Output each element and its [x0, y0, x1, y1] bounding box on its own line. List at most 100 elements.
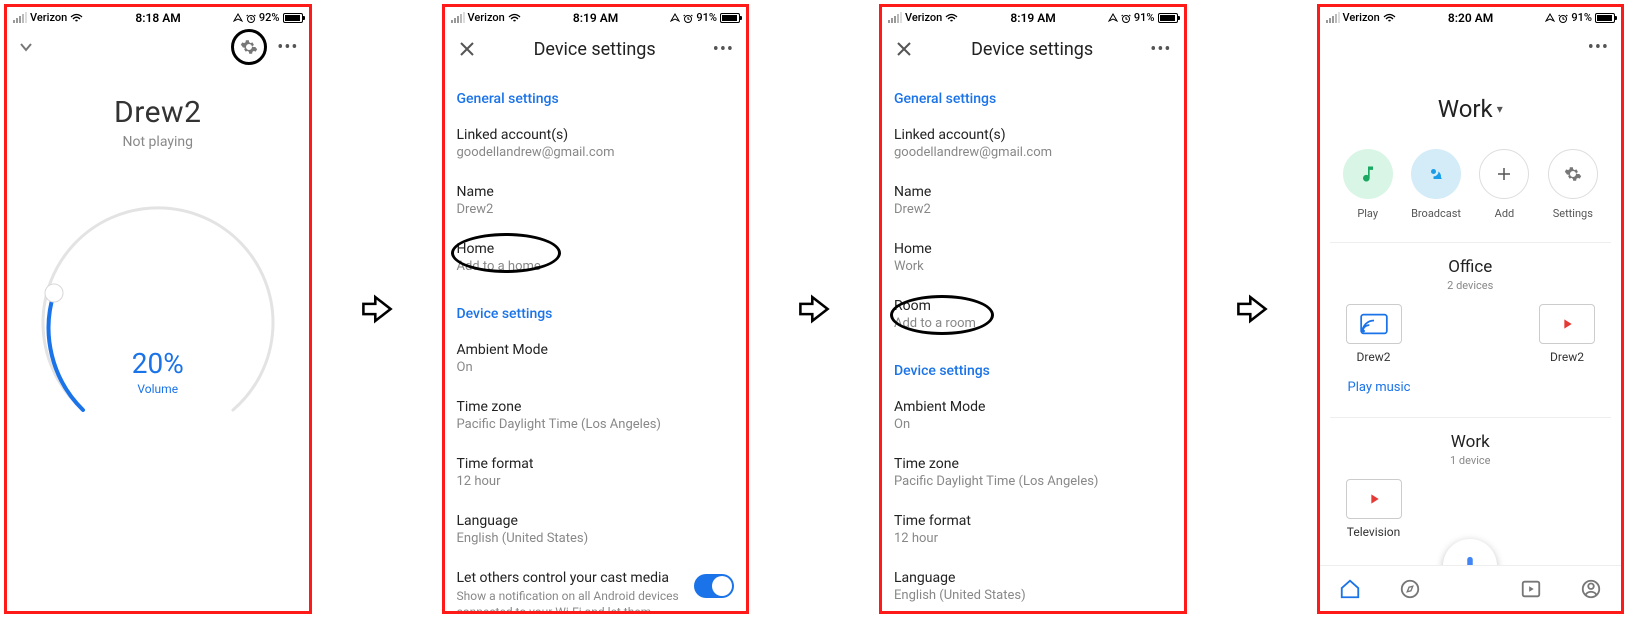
- row-name[interactable]: Name Drew2: [457, 172, 735, 229]
- status-bar: Verizon 8:19 AM 91%: [445, 7, 747, 27]
- row-linked-accounts[interactable]: Linked account(s) goodellandrew@gmail.co…: [457, 115, 735, 172]
- more-icon[interactable]: •••: [713, 39, 734, 60]
- nav-account[interactable]: [1578, 576, 1604, 602]
- device-speaker[interactable]: Drew2: [1539, 304, 1595, 364]
- signal-icon: [451, 12, 465, 23]
- row-home[interactable]: Home Work: [894, 229, 1172, 286]
- status-bar: Verizon 8:19 AM 91%: [882, 7, 1184, 27]
- home-title: Work: [1438, 95, 1493, 123]
- row-language[interactable]: Language English (United States): [457, 501, 735, 558]
- screen-device-control: Verizon 8:18 AM 92% ••• Drew2 Not playin…: [4, 4, 312, 614]
- more-icon[interactable]: •••: [1150, 39, 1171, 60]
- group-office: Office 2 devices Drew2 Drew2 Play music: [1330, 242, 1612, 395]
- plus-icon: [1479, 149, 1529, 199]
- signal-icon: [13, 12, 27, 23]
- carrier-label: Verizon: [905, 11, 942, 24]
- page-title: Device settings: [477, 39, 713, 60]
- screen-home: Verizon 8:20 AM 91% ••• Work ▾ Play Broa…: [1317, 4, 1625, 614]
- volume-label: Volume: [28, 382, 288, 396]
- row-timezone[interactable]: Time zone Pacific Daylight Time (Los Ang…: [894, 444, 1172, 501]
- screen-device-settings-2: Verizon 8:19 AM 91% Device settings ••• …: [879, 4, 1187, 614]
- row-timeformat[interactable]: Time format 12 hour: [894, 501, 1172, 558]
- row-language[interactable]: Language English (United States): [894, 558, 1172, 611]
- more-icon[interactable]: •••: [277, 37, 298, 58]
- nav-media[interactable]: [1518, 576, 1544, 602]
- row-timezone[interactable]: Time zone Pacific Daylight Time (Los Ang…: [457, 387, 735, 444]
- battery-pct: 91%: [1571, 11, 1592, 24]
- section-general: General settings: [457, 91, 735, 107]
- clock: 8:19 AM: [958, 11, 1108, 25]
- status-bar: Verizon 8:18 AM 92%: [7, 7, 309, 27]
- battery-icon: [1595, 13, 1615, 23]
- battery-icon: [283, 13, 303, 23]
- battery-pct: 92%: [259, 11, 280, 24]
- caret-down-icon: ▾: [1497, 102, 1503, 116]
- signal-icon: [1326, 12, 1340, 23]
- action-broadcast[interactable]: Broadcast: [1411, 149, 1461, 220]
- close-icon[interactable]: [457, 39, 477, 59]
- play-icon: [1346, 479, 1402, 519]
- link-play-music[interactable]: Play music: [1348, 380, 1612, 395]
- cast-icon: [1346, 304, 1402, 344]
- section-device: Device settings: [894, 363, 1172, 379]
- alarm-icon: [1121, 13, 1131, 23]
- action-play[interactable]: Play: [1343, 149, 1393, 220]
- battery-pct: 91%: [696, 11, 717, 24]
- status-bar: Verizon 8:20 AM 91%: [1320, 7, 1622, 27]
- home-selector[interactable]: Work ▾: [1320, 95, 1622, 123]
- arrow-icon: [797, 4, 831, 614]
- battery-pct: 91%: [1134, 11, 1155, 24]
- action-settings[interactable]: Settings: [1548, 149, 1598, 220]
- chevron-down-icon[interactable]: [17, 38, 35, 56]
- toggle-switch[interactable]: [694, 574, 734, 598]
- clock: 8:18 AM: [83, 11, 233, 25]
- location-icon: [233, 13, 243, 23]
- screen-device-settings-1: Verizon 8:19 AM 91% Device settings ••• …: [442, 4, 750, 614]
- gear-icon: [1548, 149, 1598, 199]
- signal-icon: [888, 12, 902, 23]
- alarm-icon: [246, 13, 256, 23]
- carrier-label: Verizon: [30, 11, 67, 24]
- row-linked-accounts[interactable]: Linked account(s) goodellandrew@gmail.co…: [894, 115, 1172, 172]
- arrow-icon: [360, 4, 394, 614]
- carrier-label: Verizon: [468, 11, 505, 24]
- group-sub: 2 devices: [1330, 279, 1612, 292]
- device-television[interactable]: Television: [1346, 479, 1402, 539]
- row-home[interactable]: Home Add to a home: [457, 229, 735, 286]
- action-add[interactable]: Add: [1479, 149, 1529, 220]
- group-title: Work: [1330, 432, 1612, 452]
- row-cast-control[interactable]: Let others control your cast media Show …: [457, 558, 735, 611]
- clock: 8:20 AM: [1396, 11, 1546, 25]
- wifi-icon: [1383, 13, 1396, 23]
- battery-icon: [1158, 13, 1178, 23]
- clock: 8:19 AM: [521, 11, 671, 25]
- device-chromecast[interactable]: Drew2: [1346, 304, 1402, 364]
- group-title: Office: [1330, 257, 1612, 277]
- row-ambient[interactable]: Ambient Mode On: [457, 330, 735, 387]
- device-title: Drew2: [7, 95, 309, 130]
- bottom-nav: [1320, 565, 1622, 611]
- location-icon: [670, 13, 680, 23]
- row-timeformat[interactable]: Time format 12 hour: [457, 444, 735, 501]
- play-icon: [1539, 304, 1595, 344]
- annotation-circle: [231, 29, 267, 65]
- wifi-icon: [508, 13, 521, 23]
- nav-discover[interactable]: [1397, 576, 1423, 602]
- carrier-label: Verizon: [1343, 11, 1380, 24]
- volume-dial[interactable]: 20% Volume: [28, 190, 288, 450]
- volume-percent: 20%: [28, 347, 288, 380]
- row-room[interactable]: Room Add to a room: [894, 286, 1172, 343]
- alarm-icon: [1558, 13, 1568, 23]
- close-icon[interactable]: [894, 39, 914, 59]
- arrow-icon: [1235, 4, 1269, 614]
- more-icon[interactable]: •••: [1588, 37, 1609, 58]
- wifi-icon: [945, 13, 958, 23]
- row-name[interactable]: Name Drew2: [894, 172, 1172, 229]
- broadcast-icon: [1411, 149, 1461, 199]
- nav-home[interactable]: [1337, 576, 1363, 602]
- row-ambient[interactable]: Ambient Mode On: [894, 387, 1172, 444]
- alarm-icon: [683, 13, 693, 23]
- gear-icon[interactable]: [240, 38, 258, 56]
- battery-icon: [720, 13, 740, 23]
- location-icon: [1108, 13, 1118, 23]
